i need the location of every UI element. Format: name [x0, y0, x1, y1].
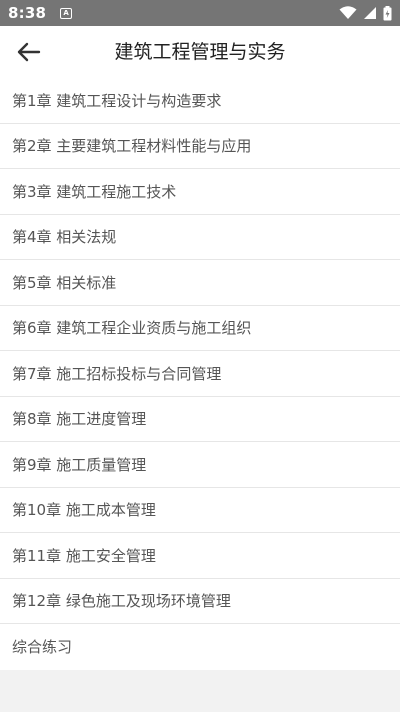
status-time: 8:38 [8, 4, 47, 22]
arrow-left-icon [17, 42, 41, 62]
chapter-list: 第1章 建筑工程设计与构造要求 第2章 主要建筑工程材料性能与应用 第3章 建筑… [0, 78, 400, 670]
status-bar: 8:38 A [0, 0, 400, 26]
list-item-chapter-7[interactable]: 第7章 施工招标投标与合同管理 [0, 351, 400, 397]
list-item-chapter-4[interactable]: 第4章 相关法规 [0, 215, 400, 260]
list-item-chapter-1[interactable]: 第1章 建筑工程设计与构造要求 [0, 78, 400, 124]
list-item-chapter-2[interactable]: 第2章 主要建筑工程材料性能与应用 [0, 124, 400, 169]
status-icons [339, 5, 392, 21]
list-item-chapter-12[interactable]: 第12章 绿色施工及现场环境管理 [0, 579, 400, 624]
app-notification-icon: A [60, 7, 73, 19]
list-item-chapter-10[interactable]: 第10章 施工成本管理 [0, 488, 400, 533]
page-title: 建筑工程管理与实务 [114, 41, 286, 63]
app-bar: 建筑工程管理与实务 [0, 26, 400, 78]
list-item-chapter-5[interactable]: 第5章 相关标准 [0, 260, 400, 306]
battery-icon [383, 5, 392, 20]
list-item-chapter-3[interactable]: 第3章 建筑工程施工技术 [0, 169, 400, 215]
wifi-icon [339, 6, 357, 19]
list-item-chapter-8[interactable]: 第8章 施工进度管理 [0, 397, 400, 442]
list-item-chapter-6[interactable]: 第6章 建筑工程企业资质与施工组织 [0, 306, 400, 351]
list-item-chapter-9[interactable]: 第9章 施工质量管理 [0, 442, 400, 488]
list-item-comprehensive-practice[interactable]: 综合练习 [0, 624, 400, 670]
list-item-chapter-11[interactable]: 第11章 施工安全管理 [0, 533, 400, 579]
signal-icon [364, 7, 376, 19]
back-button[interactable] [8, 34, 48, 70]
